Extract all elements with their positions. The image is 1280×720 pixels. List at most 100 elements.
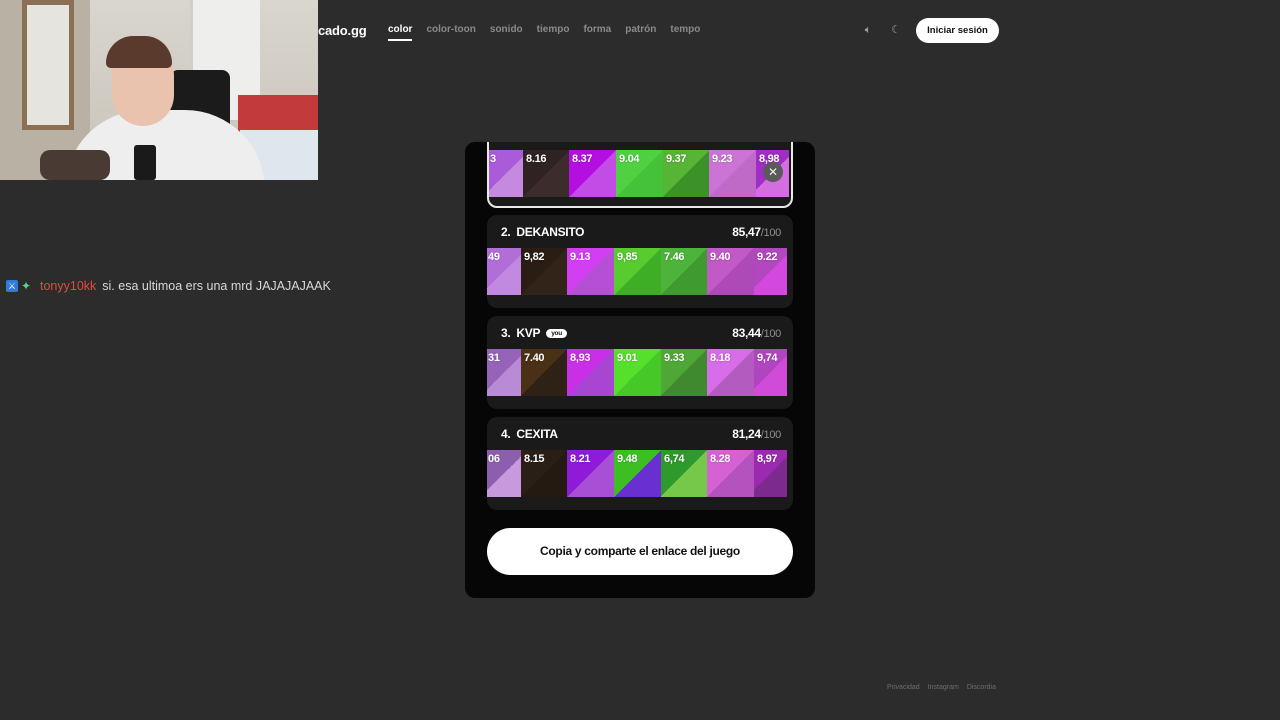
color-cell[interactable]: 8.28 <box>707 450 754 497</box>
color-cell[interactable]: 06 <box>487 450 521 497</box>
color-cell-score: 8.16 <box>526 153 547 165</box>
footer-links: Privacidad Instagram Discordia <box>887 684 996 691</box>
footer-link-discordia[interactable]: Discordia <box>967 684 996 691</box>
player-rank: 3. <box>501 326 511 340</box>
player-score-value: 81,24 <box>732 427 761 441</box>
leaderboard-entry[interactable]: 2. DEKANSITO 85,47/100 49 9,82 9.13 9,85 7.46 9.… <box>487 215 793 308</box>
site-logo[interactable]: cado.gg <box>318 23 367 38</box>
color-cell-score: 9,74 <box>757 352 778 364</box>
tab-tempo[interactable]: tempo <box>670 24 700 41</box>
color-cell-score: 9.22 <box>757 251 778 263</box>
player-rank: 2. <box>501 225 511 239</box>
color-cell[interactable]: 9,82 <box>521 248 567 295</box>
entry-header: 2. DEKANSITO 85,47/100 <box>501 225 781 239</box>
leaderboard-entry[interactable]: 4. CEXITA 81,24/100 06 8.15 8.21 9.48 6,74 8.28 8… <box>487 417 793 510</box>
color-cell[interactable]: 8.16 <box>523 150 569 197</box>
webcam-phone <box>134 145 156 180</box>
sparkle-badge-icon: ✦ <box>21 279 32 293</box>
color-cell-score: 31 <box>488 352 500 364</box>
color-cell-score: 7.40 <box>524 352 545 364</box>
entry-header: 3. KVP you 83,44/100 <box>501 326 781 340</box>
color-cell[interactable]: 49 <box>487 248 521 295</box>
color-cell[interactable]: 7.46 <box>661 248 707 295</box>
close-icon[interactable]: ✕ <box>763 162 783 182</box>
player-score: 85,47/100 <box>732 225 781 239</box>
you-badge: you <box>546 328 567 338</box>
volume-icon[interactable]: 🔈︎ <box>861 23 875 37</box>
color-cell[interactable]: 8.18 <box>707 349 754 396</box>
entry-header: 4. CEXITA 81,24/100 <box>501 427 781 441</box>
leaderboard-entry[interactable]: 3. KVP you 83,44/100 31 7.40 8,93 9.01 9.33 8.18 9… <box>487 316 793 409</box>
color-cell-score: 9.01 <box>617 352 638 364</box>
player-rank: 4. <box>501 427 511 441</box>
color-cell[interactable]: 9.23 <box>709 150 756 197</box>
color-cell[interactable]: 8,93 <box>567 349 614 396</box>
color-cell-score: 8.15 <box>524 453 545 465</box>
game-mode-nav: color color-toon sonido tiempo forma patrón te… <box>388 24 700 41</box>
color-score-strip: 31 7.40 8,93 9.01 9.33 8.18 9,74 <box>487 349 793 396</box>
color-cell[interactable]: 8.37 <box>569 150 616 197</box>
color-cell[interactable]: 9.33 <box>661 349 707 396</box>
color-cell-score: 8.28 <box>710 453 731 465</box>
player-name-group: 4. CEXITA <box>501 427 558 441</box>
color-cell[interactable]: 9.22 <box>754 248 787 295</box>
color-cell-score: 9,82 <box>524 251 545 263</box>
copy-game-link-button[interactable]: Copia y comparte el enlace del juego <box>487 528 793 575</box>
player-score: 83,44/100 <box>732 326 781 340</box>
footer-link-instagram[interactable]: Instagram <box>928 684 959 691</box>
color-cell-score: 9.04 <box>619 153 640 165</box>
player-score-value: 83,44 <box>732 326 761 340</box>
color-cell[interactable]: 9.01 <box>614 349 661 396</box>
footer-link-privacidad[interactable]: Privacidad <box>887 684 920 691</box>
tab-color-toon[interactable]: color-toon <box>426 24 475 41</box>
webcam-overlay <box>0 0 318 180</box>
webcam-person-arm <box>40 150 110 180</box>
color-cell[interactable]: 9.48 <box>614 450 661 497</box>
color-cell[interactable]: 31 <box>487 349 521 396</box>
webcam-mirror <box>22 0 74 130</box>
tab-color[interactable]: color <box>388 24 413 41</box>
tab-sonido[interactable]: sonido <box>490 24 523 41</box>
color-score-strip: 49 9,82 9.13 9,85 7.46 9.40 9.22 <box>487 248 793 295</box>
tab-forma[interactable]: forma <box>583 24 611 41</box>
player-name-group: 3. KVP you <box>501 326 567 340</box>
color-cell[interactable]: 8,97 <box>754 450 787 497</box>
tab-patr-n[interactable]: patrón <box>625 24 656 41</box>
color-cell[interactable]: 9.04 <box>616 150 663 197</box>
color-cell[interactable]: 7.40 <box>521 349 567 396</box>
color-cell[interactable]: 9.40 <box>707 248 754 295</box>
chat-message: ⚔ ✦ tonyy10kk si. esa ultimoa ers una mr… <box>6 279 331 293</box>
color-cell[interactable]: 9,74 <box>754 349 787 396</box>
player-name: KVP <box>516 326 541 340</box>
color-cell-score: 7.46 <box>664 251 685 263</box>
player-score-max: /100 <box>760 227 782 239</box>
chat-text: si. esa ultimoa ers una mrd JAJAJAJAAK <box>102 279 331 293</box>
color-cell-score: 8,93 <box>570 352 591 364</box>
color-cell[interactable]: 9.13 <box>567 248 614 295</box>
tab-tiempo[interactable]: tiempo <box>537 24 570 41</box>
color-cell-score: 9.48 <box>617 453 638 465</box>
chat-username[interactable]: tonyy10kk <box>40 279 96 293</box>
color-cell-score: 9.40 <box>710 251 731 263</box>
player-name: DEKANSITO <box>516 225 585 239</box>
color-cell-score: 8.21 <box>570 453 591 465</box>
mod-badge-icon: ⚔ <box>6 280 18 292</box>
color-cell[interactable]: 8.21 <box>567 450 614 497</box>
color-cell[interactable]: 9,85 <box>614 248 661 295</box>
player-name-group: 2. DEKANSITO <box>501 225 584 239</box>
player-score-max: /100 <box>760 328 782 340</box>
color-cell[interactable]: 6,74 <box>661 450 707 497</box>
color-cell[interactable]: 3 <box>489 150 523 197</box>
color-cell[interactable]: 9.37 <box>663 150 709 197</box>
color-cell-score: 9.23 <box>712 153 733 165</box>
color-cell-score: 9.13 <box>570 251 591 263</box>
login-button[interactable]: Iniciar sesión <box>916 18 999 43</box>
color-score-strip: 3 8.16 8.37 9.04 9.37 9.23 8,98 <box>489 150 791 197</box>
color-cell-score: 3 <box>490 153 496 165</box>
color-cell[interactable]: 8.15 <box>521 450 567 497</box>
color-cell-score: 49 <box>488 251 500 263</box>
moon-icon[interactable]: ☾ <box>889 23 903 37</box>
color-cell-score: 8,97 <box>757 453 778 465</box>
player-name: CEXITA <box>516 427 558 441</box>
color-cell-score: 8.18 <box>710 352 731 364</box>
